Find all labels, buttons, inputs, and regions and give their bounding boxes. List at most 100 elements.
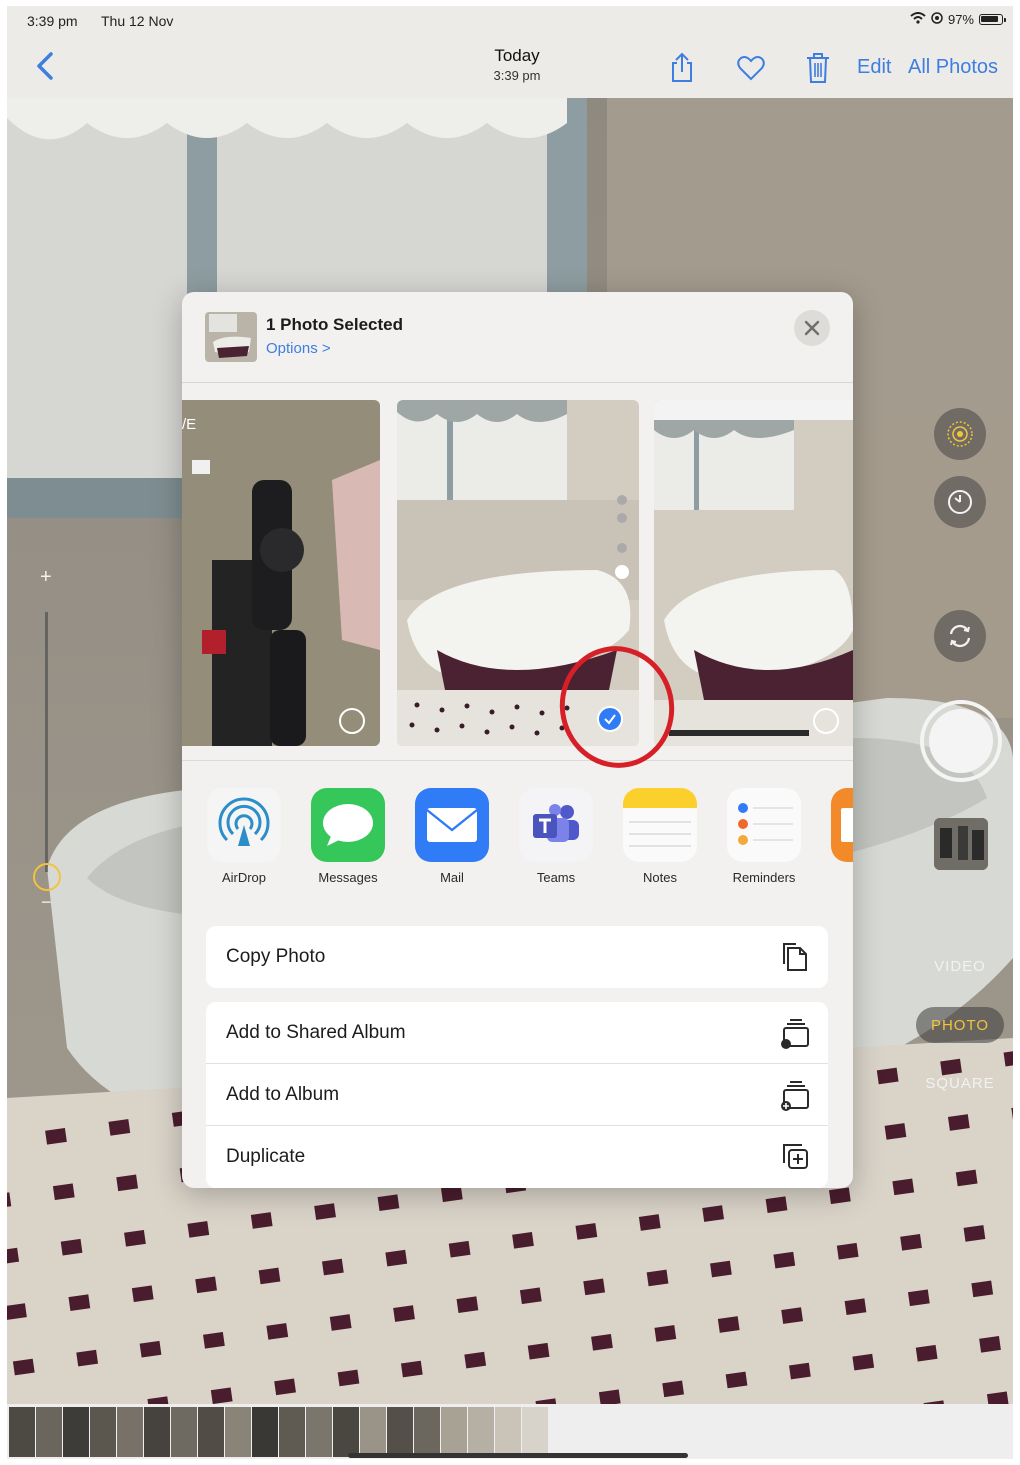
options-link[interactable]: Options > — [266, 340, 331, 357]
notes-icon — [623, 788, 697, 862]
select-circle-right[interactable] — [813, 708, 839, 734]
share-sheet-title: 1 Photo Selected — [266, 315, 403, 334]
app-books[interactable]: B — [816, 788, 853, 885]
last-photo-thumbnail[interactable] — [934, 818, 988, 870]
app-label: Teams — [536, 870, 576, 885]
filmstrip-thumbnail[interactable] — [90, 1406, 116, 1457]
selected-photo-thumbnail — [205, 312, 257, 362]
add-to-album-action[interactable]: Add to Album — [206, 1064, 828, 1126]
action-label: Add to Shared Album — [226, 1022, 406, 1043]
filmstrip-thumbnail[interactable] — [144, 1406, 170, 1457]
app-label: Notes — [643, 870, 677, 885]
filmstrip-thumbnail[interactable] — [252, 1406, 278, 1457]
mail-icon — [415, 788, 489, 862]
actions-group-primary: Copy Photo — [206, 926, 828, 988]
mode-photo[interactable]: PHOTO — [915, 1017, 1005, 1034]
filmstrip-thumbnail[interactable] — [414, 1406, 440, 1457]
filmstrip-thumbnail[interactable] — [468, 1406, 494, 1457]
filmstrip-thumbnail[interactable] — [522, 1406, 548, 1457]
filmstrip-thumbnail[interactable] — [9, 1406, 35, 1457]
top-navigation-bar: 3:39 pm Thu 12 Nov 97% Today 3:39 pm Edi… — [7, 6, 1013, 98]
preview-badge: /E — [182, 416, 197, 433]
battery-percent: 97% — [947, 12, 974, 27]
photos-screen: 3:39 pm Thu 12 Nov 97% Today 3:39 pm Edi… — [7, 6, 1013, 1459]
preview-photo-left[interactable]: /E — [182, 400, 380, 746]
status-indicators: 97% — [910, 12, 1006, 27]
teams-icon — [519, 788, 593, 862]
location-icon — [931, 12, 943, 27]
share-sheet-header: 1 Photo Selected Options > — [182, 292, 853, 382]
back-chevron-icon[interactable] — [31, 48, 59, 84]
add-to-shared-album-action[interactable]: Add to Shared Album — [206, 1002, 828, 1064]
shutter-button[interactable] — [920, 700, 1002, 782]
app-label: Reminders — [732, 870, 796, 885]
battery-icon — [979, 14, 1006, 25]
photo-filmstrip[interactable] — [7, 1404, 1013, 1459]
filmstrip-thumbnail[interactable] — [117, 1406, 143, 1457]
edit-button[interactable]: Edit — [857, 56, 891, 79]
mode-video[interactable]: VIDEO — [915, 958, 1005, 975]
filmstrip-thumbnail[interactable] — [495, 1406, 521, 1457]
filmstrip-thumbnail[interactable] — [36, 1406, 62, 1457]
filmstrip-thumbnail[interactable] — [306, 1406, 332, 1457]
add-album-icon — [778, 1078, 812, 1112]
share-sheet: 1 Photo Selected Options > /E AirDrop Me… — [182, 292, 853, 1188]
app-label: B — [816, 870, 853, 885]
copy-icon — [778, 940, 812, 974]
airdrop-icon — [207, 788, 281, 862]
wifi-icon — [910, 12, 926, 27]
nav-title-group: Today 3:39 pm — [462, 46, 572, 83]
duplicate-action[interactable]: Duplicate — [206, 1126, 828, 1188]
previews-divider — [182, 760, 853, 761]
timer-icon — [948, 490, 972, 514]
app-teams[interactable]: Teams — [504, 788, 608, 885]
nav-title: Today — [494, 46, 540, 65]
zoom-plus-label: + — [40, 566, 52, 588]
zoom-slider-knob[interactable] — [33, 863, 61, 891]
filmstrip-thumbnail[interactable] — [198, 1406, 224, 1457]
share-icon[interactable] — [668, 52, 696, 84]
filmstrip-thumbnail[interactable] — [387, 1406, 413, 1457]
app-label: Mail — [440, 870, 464, 885]
filmstrip-thumbnail[interactable] — [63, 1406, 89, 1457]
filmstrip-thumbnail[interactable] — [225, 1406, 251, 1457]
app-notes[interactable]: Notes — [608, 788, 712, 885]
app-label: AirDrop — [221, 870, 267, 885]
switch-camera-icon — [949, 624, 971, 648]
switch-camera-button[interactable] — [934, 610, 986, 662]
app-airdrop[interactable]: AirDrop — [192, 788, 296, 885]
action-label: Copy Photo — [226, 946, 326, 967]
filmstrip-thumbnail[interactable] — [171, 1406, 197, 1457]
reminders-icon — [727, 788, 801, 862]
filmstrip-thumbnail[interactable] — [441, 1406, 467, 1457]
app-mail[interactable]: Mail — [400, 788, 504, 885]
live-photo-button[interactable] — [934, 408, 986, 460]
select-circle-left[interactable] — [339, 708, 365, 734]
books-icon — [831, 788, 853, 862]
close-button[interactable] — [794, 310, 830, 346]
trash-icon[interactable] — [804, 52, 832, 84]
timer-button[interactable] — [934, 476, 986, 528]
copy-photo-action[interactable]: Copy Photo — [206, 926, 828, 988]
status-time: 3:39 pm — [27, 13, 78, 29]
nav-subtitle: 3:39 pm — [493, 68, 541, 83]
mode-square[interactable]: SQUARE — [915, 1075, 1005, 1092]
zoom-slider-track[interactable] — [45, 612, 48, 872]
filmstrip-thumbnail[interactable] — [279, 1406, 305, 1457]
close-icon — [804, 320, 820, 336]
all-photos-button[interactable]: All Photos — [908, 56, 998, 79]
status-date: Thu 12 Nov — [101, 13, 174, 29]
action-label: Duplicate — [226, 1146, 306, 1167]
actions-group-secondary: Add to Shared Album Add to Album Duplica… — [206, 1002, 828, 1188]
app-reminders[interactable]: Reminders — [712, 788, 816, 885]
shared-album-icon — [778, 1016, 812, 1050]
home-indicator[interactable] — [348, 1453, 688, 1458]
filmstrip-thumbnail[interactable] — [333, 1406, 359, 1457]
action-label: Add to Album — [226, 1084, 340, 1105]
heart-icon[interactable] — [736, 52, 765, 84]
live-photo-icon — [947, 421, 973, 447]
header-divider — [182, 382, 853, 383]
preview-photo-right[interactable] — [654, 400, 853, 746]
filmstrip-thumbnail[interactable] — [360, 1406, 386, 1457]
app-messages[interactable]: Messages — [296, 788, 400, 885]
